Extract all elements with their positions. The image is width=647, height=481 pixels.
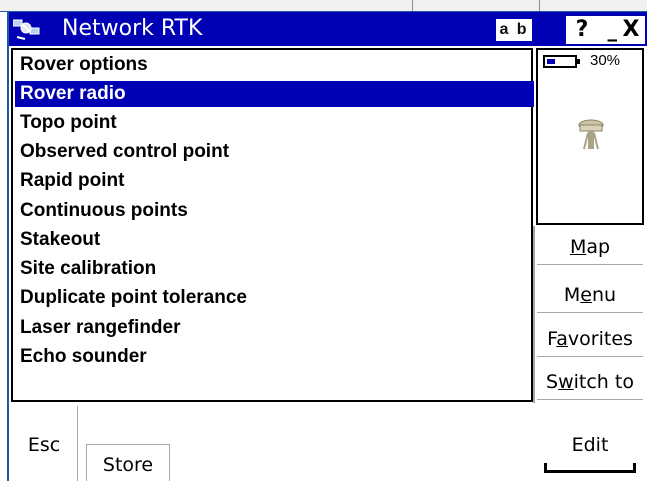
edit-label: Edit xyxy=(571,434,609,456)
divider xyxy=(539,0,540,11)
list-item[interactable]: Continuous points xyxy=(15,198,534,224)
close-button[interactable]: X xyxy=(617,16,645,44)
gnss-receiver-icon xyxy=(578,119,604,150)
screen: Network RTK a b ? _ X Rover options Rove… xyxy=(0,0,647,481)
list-item-selected[interactable]: Rover radio xyxy=(15,81,534,107)
battery-icon xyxy=(543,55,580,68)
esc-button[interactable]: Esc xyxy=(11,406,78,481)
left-border xyxy=(0,12,9,481)
switch-to-button[interactable]: Switch to xyxy=(537,365,643,400)
status-panel[interactable]: 30% xyxy=(536,48,644,225)
list-item[interactable]: Observed control point xyxy=(15,139,534,165)
edit-bracket-left xyxy=(544,463,547,473)
top-strip xyxy=(0,0,647,12)
edit-underline xyxy=(544,470,636,473)
list-item[interactable]: Echo sounder xyxy=(15,344,534,370)
list-item[interactable]: Stakeout xyxy=(15,227,534,253)
store-button[interactable]: Store xyxy=(86,444,170,481)
menu-button[interactable]: Menu xyxy=(537,278,643,313)
window-title: Network RTK xyxy=(62,16,203,41)
battery-tip xyxy=(577,59,580,64)
list-item[interactable]: Rapid point xyxy=(15,168,534,194)
battery-level xyxy=(547,59,555,64)
edit-bracket-right xyxy=(633,463,636,473)
list-item[interactable]: Rover options xyxy=(15,52,534,78)
favorites-button[interactable]: Favorites xyxy=(537,322,643,357)
list-item[interactable]: Duplicate point tolerance xyxy=(15,285,534,311)
input-mode-indicator[interactable]: a b xyxy=(496,19,532,41)
edit-button[interactable]: Edit xyxy=(537,406,643,481)
satellite-app-icon[interactable] xyxy=(13,17,41,41)
divider xyxy=(412,0,413,11)
options-list: Rover options Rover radio Topo point Obs… xyxy=(11,48,534,402)
list-item[interactable]: Laser rangefinder xyxy=(15,315,534,341)
help-button[interactable]: ? xyxy=(566,16,598,44)
list-item[interactable]: Topo point xyxy=(15,110,534,136)
list-item[interactable]: Site calibration xyxy=(15,256,534,282)
map-button[interactable]: Map xyxy=(537,230,643,265)
battery-percent: 30% xyxy=(590,52,621,69)
